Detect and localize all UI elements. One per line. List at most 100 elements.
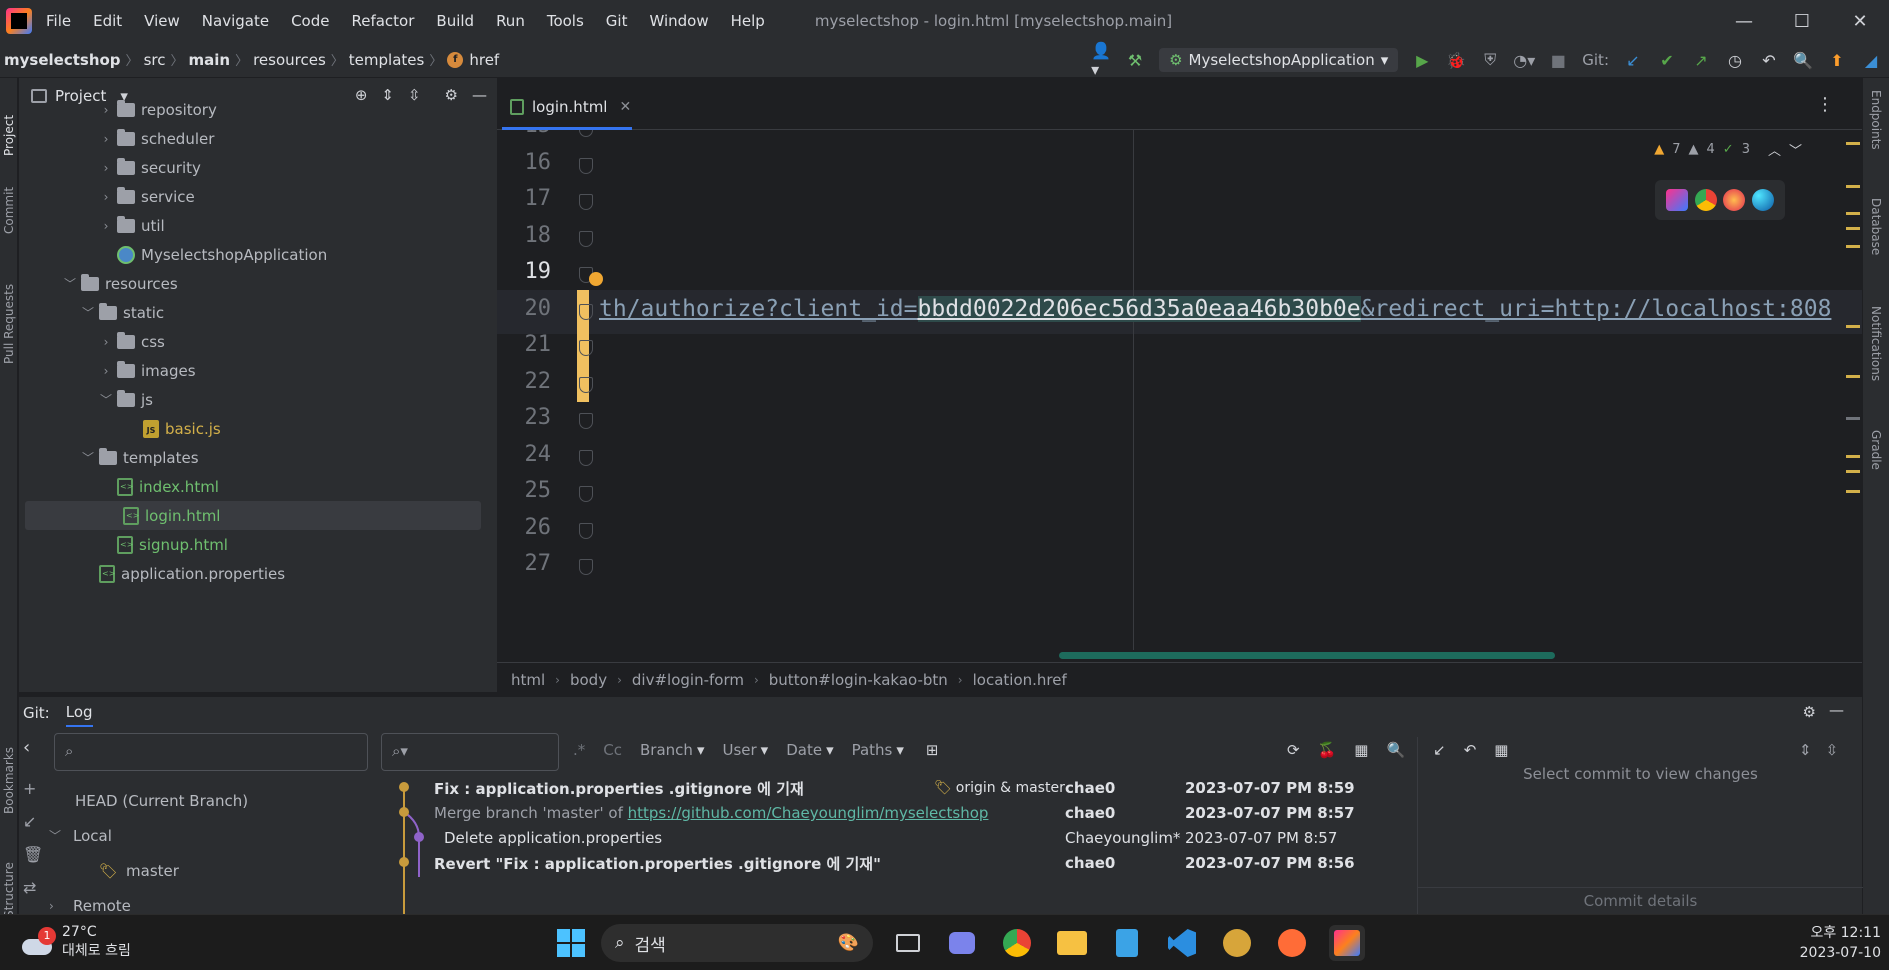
edge-icon[interactable] xyxy=(1751,189,1774,211)
fold-marker-icon[interactable] xyxy=(579,413,593,429)
code-line-19[interactable]: th/authorize?client_id=bbdd0022d206ec56d… xyxy=(599,296,1831,322)
taskbar-search[interactable]: ⌕ 검색 🎨 xyxy=(601,924,873,962)
git-update-icon[interactable]: ↙ xyxy=(1623,50,1643,70)
match-case-icon[interactable]: Cc xyxy=(603,741,622,759)
menu-help[interactable]: Help xyxy=(731,12,765,30)
tree-item-static[interactable]: ﹀ static xyxy=(19,298,497,327)
git-push-icon[interactable]: ↗ xyxy=(1691,50,1711,70)
minimize-icon[interactable]: — xyxy=(1715,0,1773,42)
checkout-icon[interactable]: ↙ xyxy=(23,812,43,831)
collapse-branches-icon[interactable]: ‹ xyxy=(23,737,30,758)
coverage-icon[interactable]: ⛨ xyxy=(1480,50,1500,70)
branch-master[interactable]: 🏷 master xyxy=(49,853,379,888)
tree-item-basic-js[interactable]: JS basic.js xyxy=(19,414,497,443)
commit-search-input[interactable]: ⌕▾ xyxy=(381,733,559,771)
inspection-widget[interactable]: ▲ 7 ▲ 4 ✓ 3 ︿ ﹀ xyxy=(1654,140,1802,159)
database-tool-button[interactable]: Database xyxy=(1869,198,1883,255)
fold-marker-icon[interactable] xyxy=(579,303,593,320)
stop-icon[interactable]: ■ xyxy=(1548,50,1568,70)
pull-requests-tool-button[interactable]: Pull Requests xyxy=(0,264,18,364)
structure-tool-button[interactable]: Structure xyxy=(0,848,18,918)
horizontal-scrollbar[interactable] xyxy=(1059,652,1555,659)
system-clock[interactable]: 오후 12:11 2023-07-10 xyxy=(1800,923,1881,963)
intellij-taskbar-icon[interactable] xyxy=(1329,925,1365,961)
line-number[interactable]: 20 xyxy=(507,296,552,321)
menu-window[interactable]: Window xyxy=(649,12,708,30)
filter-date[interactable]: Date ▾ xyxy=(786,741,833,759)
fold-marker-icon[interactable] xyxy=(579,130,593,137)
bookmarks-tool-button[interactable]: Bookmarks xyxy=(0,734,18,814)
breadcrumb-item[interactable]: resources xyxy=(253,51,326,69)
tree-item-security[interactable]: › security xyxy=(19,153,497,182)
warning-stripe-marker[interactable] xyxy=(1846,490,1860,493)
tree-item-login-html[interactable]: login.html xyxy=(25,501,481,530)
close-icon[interactable]: ✕ xyxy=(1831,0,1889,42)
fold-marker-icon[interactable] xyxy=(579,194,593,210)
refresh-icon[interactable]: ⟳ xyxy=(1287,741,1300,759)
tree-item-signup-html[interactable]: signup.html xyxy=(19,530,497,559)
branch-head[interactable]: HEAD (Current Branch) xyxy=(49,783,379,818)
breadcrumb-item[interactable]: templates xyxy=(349,51,425,69)
weather-widget[interactable]: 1 27°C 대체로 흐림 xyxy=(20,923,131,961)
code-breadcrumb-item[interactable]: div#login-form xyxy=(632,671,744,689)
warning-stripe-marker[interactable] xyxy=(1846,417,1860,420)
graph-options-icon[interactable]: ▦ xyxy=(1354,741,1368,759)
branch-search-input[interactable]: ⌕ xyxy=(54,733,368,771)
chevron-right-icon[interactable]: › xyxy=(99,335,113,349)
maximize-icon[interactable]: ☐ xyxy=(1773,0,1831,42)
git-commit-icon[interactable]: ✔ xyxy=(1657,50,1677,70)
intention-bulb-icon[interactable] xyxy=(589,272,603,286)
warning-stripe-marker[interactable] xyxy=(1846,185,1860,188)
regex-icon[interactable]: .* xyxy=(573,741,585,759)
fold-marker-icon[interactable] xyxy=(579,230,593,247)
run-configuration-select[interactable]: ⚙ MyselectshopApplication ▾ xyxy=(1159,48,1399,72)
add-icon[interactable]: + xyxy=(23,779,43,798)
code-breadcrumb-item[interactable]: html xyxy=(511,671,545,689)
tree-item-images[interactable]: › images xyxy=(19,356,497,385)
line-number[interactable]: 15 xyxy=(507,130,552,138)
line-number[interactable]: 16 xyxy=(507,150,552,175)
previous-highlight-icon[interactable]: ︿ xyxy=(1768,140,1781,159)
tree-item-application-properties[interactable]: application.properties xyxy=(19,559,497,588)
menu-refactor[interactable]: Refactor xyxy=(351,12,414,30)
intellij-logo-icon[interactable] xyxy=(6,8,32,34)
next-highlight-icon[interactable]: ﹀ xyxy=(1789,140,1802,159)
line-number[interactable]: 19 xyxy=(507,259,552,284)
more-tabs-icon[interactable]: ⋮ xyxy=(1816,94,1834,115)
postman-icon[interactable] xyxy=(1274,925,1310,961)
notepad-icon[interactable] xyxy=(1109,925,1145,961)
line-number[interactable]: 18 xyxy=(507,223,552,248)
breadcrumb-item[interactable]: myselectshop xyxy=(4,51,121,69)
warning-stripe-marker[interactable] xyxy=(1846,245,1860,248)
code-with-me-icon[interactable]: ◢ xyxy=(1861,50,1881,70)
history-icon[interactable]: ◷ xyxy=(1725,50,1745,70)
profile-icon[interactable]: ◔▾ xyxy=(1513,50,1535,70)
chrome-icon[interactable] xyxy=(999,925,1035,961)
tree-item-index-html[interactable]: index.html xyxy=(19,472,497,501)
fold-marker-icon[interactable] xyxy=(579,522,593,539)
run-icon[interactable]: ▶ xyxy=(1412,50,1432,70)
menu-git[interactable]: Git xyxy=(606,12,628,30)
menu-navigate[interactable]: Navigate xyxy=(202,12,269,30)
teams-chat-icon[interactable] xyxy=(944,925,980,961)
build-hammer-icon[interactable]: ⚒ xyxy=(1125,50,1145,70)
app-wave-icon[interactable] xyxy=(1219,925,1255,961)
tree-item-js[interactable]: ﹀ js xyxy=(19,385,497,414)
warning-stripe-marker[interactable] xyxy=(1846,142,1860,145)
tree-item-myselectshopapplication[interactable]: MyselectshopApplication xyxy=(19,240,497,269)
chevron-right-icon[interactable]: › xyxy=(99,190,113,204)
project-tool-button[interactable]: Project xyxy=(0,86,18,156)
chevron-right-icon[interactable]: › xyxy=(99,132,113,146)
user-icon[interactable]: 👤▾ xyxy=(1091,41,1111,79)
tab-login-html[interactable]: login.html ✕ xyxy=(502,86,632,130)
vscode-icon[interactable] xyxy=(1164,925,1200,961)
chevron-down-icon[interactable]: ﹀ xyxy=(81,449,95,466)
fold-marker-icon[interactable] xyxy=(579,376,593,393)
commit-tool-button[interactable]: Commit xyxy=(0,174,18,234)
hide-panel-icon[interactable]: — xyxy=(1829,701,1844,719)
tree-item-resources[interactable]: ﹀ resources xyxy=(19,269,497,298)
chevron-down-icon[interactable]: ﹀ xyxy=(81,304,95,321)
gradle-tool-button[interactable]: Gradle xyxy=(1869,430,1883,470)
search-icon[interactable]: 🔍 xyxy=(1793,50,1813,70)
menu-build[interactable]: Build xyxy=(436,12,474,30)
